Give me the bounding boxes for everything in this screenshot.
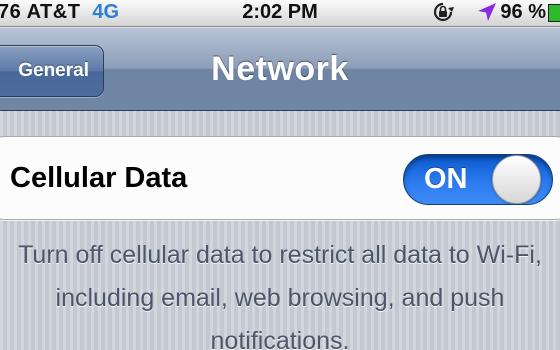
- battery-percent: 96 %: [500, 1, 546, 23]
- navigation-bar: General Network: [0, 27, 560, 111]
- toggle-knob[interactable]: [492, 155, 541, 204]
- rotation-lock-icon: [433, 2, 454, 22]
- status-bar: 76 AT&T 4G 2:02 PM 96 %: [0, 0, 560, 27]
- cellular-footer-note: Turn off cellular data to restrict all d…: [18, 241, 542, 350]
- cellular-data-toggle[interactable]: ON: [403, 154, 553, 205]
- cellular-data-row: Cellular Data ON: [0, 136, 560, 220]
- toggle-state-label: ON: [424, 163, 468, 195]
- battery-icon: [548, 4, 560, 22]
- cellular-data-label: Cellular Data: [10, 162, 188, 194]
- page-title: Network: [211, 50, 349, 88]
- location-arrow-icon: [478, 3, 496, 21]
